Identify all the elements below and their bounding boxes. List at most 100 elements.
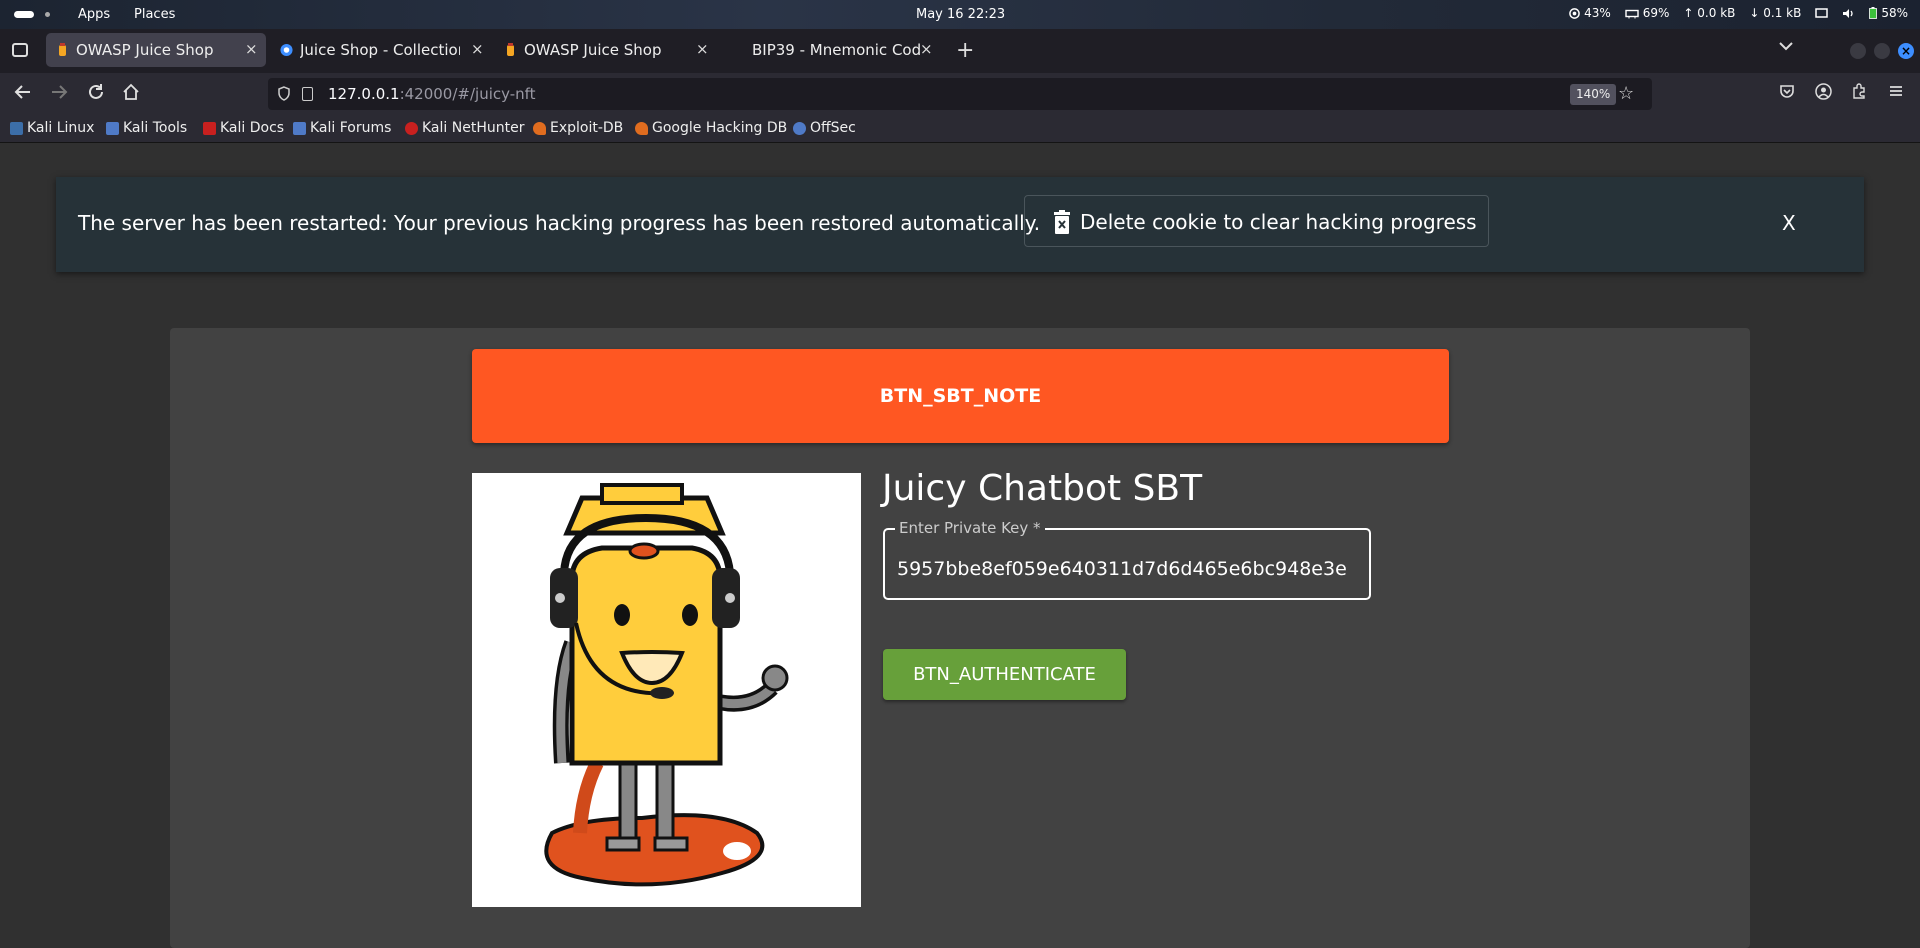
bookmark-kali-forums[interactable]: Kali Forums — [293, 120, 391, 136]
clock[interactable]: May 16 22:23 — [916, 7, 1005, 22]
browser-tab-strip: OWASP Juice Shop × Juice Shop - Collecti… — [0, 29, 1920, 73]
private-key-field[interactable]: Enter Private Key * 5957bbe8ef059e640311… — [883, 519, 1371, 600]
memory-icon — [1625, 9, 1639, 18]
bookmark-kali-nethunter[interactable]: Kali NetHunter — [405, 120, 524, 136]
account-icon[interactable] — [1815, 83, 1832, 100]
bookmark-label: Kali Tools — [123, 120, 188, 136]
tab-bip39-mnemonic[interactable]: BIP39 - Mnemonic Code × — [722, 33, 944, 67]
bookmark-label: Exploit-DB — [550, 120, 624, 136]
exploit-db-icon — [533, 121, 546, 135]
nethunter-icon — [405, 121, 418, 135]
system-tray: 43% 69% ↑ 0.0 kB ↓ 0.1 kB 58% — [1569, 6, 1908, 20]
places-menu[interactable]: Places — [134, 7, 175, 22]
delete-cookie-label: Delete cookie to clear hacking progress — [1080, 210, 1477, 234]
memory-indicator[interactable]: 69% — [1625, 6, 1669, 20]
juicy-chatbot-nft-image — [472, 473, 861, 907]
tab-juice-shop-collection[interactable]: Juice Shop - Collection | O × — [270, 33, 486, 67]
tab-close-icon[interactable]: × — [696, 40, 709, 58]
net-down-indicator: ↓ 0.1 kB — [1749, 6, 1802, 20]
back-icon[interactable] — [14, 83, 32, 101]
bookmark-google-hacking-db[interactable]: Google Hacking DB — [635, 120, 787, 136]
sbt-note-button[interactable]: BTN_SBT_NOTE — [472, 349, 1449, 443]
extensions-icon[interactable] — [1851, 83, 1867, 99]
hamburger-menu-icon[interactable] — [1888, 83, 1904, 99]
cpu-value: 43% — [1584, 6, 1611, 20]
tab-close-icon[interactable]: × — [920, 40, 933, 58]
authenticate-button[interactable]: BTN_AUTHENTICATE — [883, 649, 1126, 700]
zoom-indicator[interactable]: 140% — [1570, 84, 1617, 105]
firefox-view-icon[interactable] — [12, 43, 28, 57]
pocket-icon[interactable] — [1779, 83, 1795, 99]
minimize-button[interactable] — [1850, 43, 1866, 59]
delete-cookie-button[interactable]: Delete cookie to clear hacking progress — [1024, 195, 1489, 247]
bookmark-label: Google Hacking DB — [652, 120, 788, 136]
net-up-indicator: ↑ 0.0 kB — [1683, 6, 1736, 20]
tab-label: OWASP Juice Shop — [76, 41, 214, 59]
kali-forums-icon — [293, 121, 306, 135]
bookmark-label: Kali Linux — [27, 120, 95, 136]
close-window-button[interactable]: × — [1898, 43, 1914, 59]
page-info-icon[interactable] — [302, 87, 313, 101]
bookmark-label: Kali Docs — [220, 120, 285, 136]
ghdb-icon — [635, 121, 648, 135]
private-key-label: Enter Private Key * — [895, 519, 1045, 537]
home-icon[interactable] — [122, 83, 140, 101]
activities-indicator[interactable] — [14, 11, 50, 18]
bookmark-offsec[interactable]: OffSec — [793, 120, 856, 136]
tab-label: BIP39 - Mnemonic Code — [752, 41, 922, 59]
url-path: :42000/#/juicy-nft — [399, 85, 536, 103]
collection-favicon — [280, 43, 293, 57]
bookmark-kali-linux[interactable]: Kali Linux — [10, 120, 94, 136]
volume-icon[interactable] — [1842, 8, 1855, 19]
maximize-button[interactable] — [1874, 43, 1890, 59]
battery-value: 58% — [1881, 6, 1908, 20]
url-text[interactable]: 127.0.0.1:42000/#/juicy-nft — [328, 85, 536, 103]
bookmark-label: Kali NetHunter — [422, 120, 525, 136]
juice-shop-favicon — [59, 43, 66, 56]
list-all-tabs-icon[interactable] — [1778, 41, 1794, 51]
navigation-toolbar: 127.0.0.1:42000/#/juicy-nft 140% ☆ — [0, 73, 1920, 115]
dismiss-banner-button[interactable]: X — [1782, 211, 1796, 235]
battery-indicator[interactable]: 58% — [1869, 6, 1908, 20]
tracking-protection-icon[interactable] — [278, 86, 290, 101]
tab-label: OWASP Juice Shop — [524, 41, 662, 59]
forward-icon[interactable] — [50, 83, 68, 101]
workspace-active-pill — [14, 11, 34, 18]
trash-icon — [1054, 210, 1070, 234]
bookmark-star-icon[interactable]: ☆ — [1618, 83, 1634, 104]
tab-label: Juice Shop - Collection | O — [300, 41, 460, 59]
kali-tools-icon — [106, 121, 119, 135]
tab-owasp-juice-shop-2[interactable]: OWASP Juice Shop × — [494, 33, 714, 67]
bookmark-kali-tools[interactable]: Kali Tools — [106, 120, 187, 136]
apps-menu[interactable]: Apps — [78, 7, 110, 22]
kali-dragon-icon — [10, 121, 23, 135]
tab-close-icon[interactable]: × — [471, 40, 484, 58]
battery-icon — [1869, 7, 1878, 19]
nft-card: BTN_SBT_NOTE Juicy Chatbot SBT Enter Pri… — [170, 328, 1750, 948]
bookmark-label: Kali Forums — [310, 120, 392, 136]
page-content: The server has been restarted: Your prev… — [0, 144, 1920, 948]
url-host: 127.0.0.1 — [328, 85, 400, 103]
cpu-icon — [1569, 7, 1580, 19]
offsec-icon — [793, 121, 806, 135]
nft-title: Juicy Chatbot SBT — [882, 468, 1203, 509]
bookmark-label: OffSec — [810, 120, 856, 136]
chatbot-mascot-illustration — [544, 483, 789, 887]
tab-owasp-juice-shop-1[interactable]: OWASP Juice Shop × — [46, 33, 266, 67]
bookmark-kali-docs[interactable]: Kali Docs — [203, 120, 284, 136]
private-key-input[interactable]: 5957bbe8ef059e640311d7d6d465e6bc948e3e — [897, 558, 1359, 580]
banner-message: The server has been restarted: Your prev… — [78, 211, 1041, 235]
new-tab-button[interactable]: + — [956, 38, 974, 63]
tab-close-icon[interactable]: × — [245, 40, 258, 58]
screen-icon[interactable] — [1815, 7, 1829, 19]
address-bar[interactable]: 127.0.0.1:42000/#/juicy-nft 140% ☆ — [268, 78, 1652, 110]
bookmark-exploit-db[interactable]: Exploit-DB — [533, 120, 623, 136]
system-top-bar: Apps Places May 16 22:23 43% 69% ↑ 0.0 k… — [0, 0, 1920, 29]
juice-shop-favicon — [507, 43, 514, 56]
server-restart-banner: The server has been restarted: Your prev… — [56, 177, 1864, 272]
kali-docs-icon — [203, 121, 216, 135]
cpu-indicator[interactable]: 43% — [1569, 6, 1611, 20]
reload-icon[interactable] — [87, 83, 105, 101]
workspace-dot — [45, 12, 50, 17]
bookmarks-toolbar: Kali Linux Kali Tools Kali Docs Kali For… — [0, 115, 1920, 143]
